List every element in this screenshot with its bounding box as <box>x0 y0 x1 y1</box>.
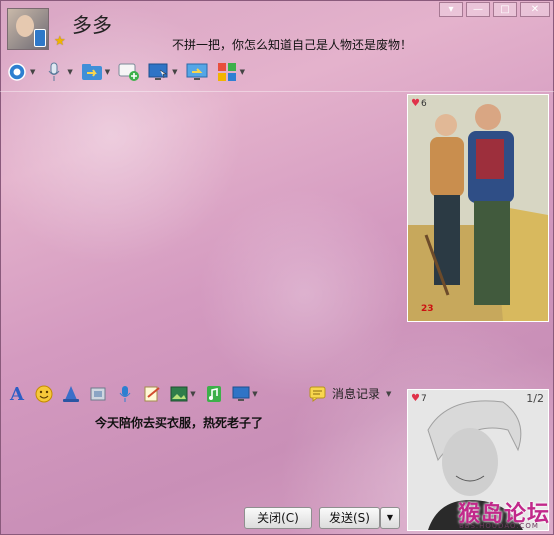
send-options-button[interactable]: ▼ <box>380 507 400 529</box>
image-button[interactable]: ▼ <box>168 383 198 405</box>
screen-capture-icon <box>232 386 250 401</box>
remote-desktop-icon <box>148 62 170 82</box>
header-divider <box>0 91 554 92</box>
voice-button[interactable]: ▼ <box>43 62 73 82</box>
watermark-url: BBS.HOUDAO.COM <box>459 522 539 530</box>
film-icon <box>90 387 106 401</box>
input-toolbar: A ▼ ▼ <box>6 382 265 406</box>
remote-counter: 23 <box>421 304 434 314</box>
minimize-button[interactable]: — <box>466 2 490 17</box>
app-grid-icon <box>216 62 238 82</box>
screen-share-icon <box>186 62 208 82</box>
message-input[interactable]: 今天陪你去买衣服，热死老子了 <box>95 414 263 431</box>
folder-transfer-icon <box>81 62 103 82</box>
font-button[interactable]: A <box>6 383 28 405</box>
apps-button[interactable]: ▼ <box>216 62 245 82</box>
chevron-down-icon[interactable]: ▼ <box>67 68 72 76</box>
close-window-button[interactable]: ✕ <box>520 2 550 17</box>
webcam-button[interactable]: ▼ <box>6 62 35 82</box>
wizard-hat-icon <box>63 386 79 402</box>
chat-toolbar: ▼ ▼ ▼ ▼ ▼ <box>6 58 253 86</box>
heart-badge-icon: ♥ <box>411 393 420 404</box>
page-indicator: 1/2 <box>526 392 544 405</box>
send-button[interactable]: 发送(S) <box>319 507 380 529</box>
smiley-icon <box>35 385 53 403</box>
close-button[interactable]: 关闭(C) <box>244 507 312 529</box>
message-add-button[interactable] <box>118 62 140 82</box>
skin-menu-button[interactable]: ▾ <box>439 2 463 17</box>
image-icon <box>170 386 188 402</box>
note-pencil-icon <box>144 386 160 402</box>
emoji-button[interactable] <box>33 383 55 405</box>
chevron-down-icon[interactable]: ▼ <box>240 68 245 76</box>
chevron-down-icon[interactable]: ▼ <box>172 68 177 76</box>
history-label: 消息记录 <box>332 387 381 401</box>
music-button[interactable] <box>203 383 225 405</box>
chevron-down-icon[interactable]: ▼ <box>190 390 195 398</box>
screen-capture-button[interactable]: ▼ <box>230 383 260 405</box>
music-note-icon <box>207 386 221 402</box>
heart-badge-icon: ♥ <box>411 98 420 109</box>
message-add-icon <box>118 62 140 82</box>
video-frame-image <box>408 95 548 321</box>
note-button[interactable] <box>141 383 163 405</box>
contact-name: 多多 <box>72 13 112 37</box>
chevron-down-icon[interactable]: ▼ <box>386 390 391 398</box>
avatar-face <box>16 15 34 37</box>
star-badge-icon: ★ <box>54 34 66 49</box>
microphone-icon <box>119 386 131 402</box>
microphone-icon <box>43 62 65 82</box>
screen-share-button[interactable] <box>186 62 208 82</box>
remote-video-panel[interactable]: ♥ 6 23 <box>407 94 549 322</box>
maximize-button[interactable]: □ <box>493 2 517 17</box>
window-controls: ▾ — □ ✕ <box>439 2 550 17</box>
self-badge-count: 7 <box>421 394 427 404</box>
chevron-down-icon[interactable]: ▼ <box>105 68 110 76</box>
contact-avatar[interactable] <box>7 8 49 50</box>
remote-badge-count: 6 <box>421 99 427 109</box>
contact-signature: 不拼一把，你怎么知道自己是人物还是废物！ <box>172 38 413 52</box>
voice-message-button[interactable] <box>114 383 136 405</box>
chevron-down-icon[interactable]: ▼ <box>252 390 257 398</box>
chevron-down-icon[interactable]: ▼ <box>30 68 35 76</box>
remote-desktop-button[interactable]: ▼ <box>148 62 178 82</box>
magic-expression-button[interactable] <box>60 383 82 405</box>
file-transfer-button[interactable]: ▼ <box>81 62 110 82</box>
chat-history-icon <box>309 386 326 402</box>
screenshot-button[interactable] <box>87 383 109 405</box>
mobile-online-icon <box>34 29 46 47</box>
webcam-icon <box>6 62 28 82</box>
message-history-button[interactable]: 消息记录 ▼ <box>309 385 391 402</box>
